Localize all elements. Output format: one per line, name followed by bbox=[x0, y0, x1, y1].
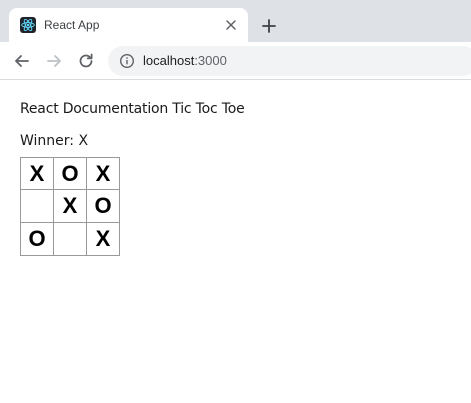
url-host: localhost bbox=[143, 53, 195, 68]
board-row: O X bbox=[20, 222, 120, 256]
game-status: Winner: X bbox=[20, 133, 89, 149]
board-square[interactable]: X bbox=[53, 189, 87, 223]
plus-icon[interactable] bbox=[259, 16, 279, 36]
arrow-right-icon[interactable] bbox=[44, 51, 64, 71]
board-square[interactable]: O bbox=[20, 222, 54, 256]
board-square[interactable]: X bbox=[86, 157, 120, 191]
arrow-left-icon[interactable] bbox=[12, 51, 32, 71]
browser-toolbar: localhost:3000 bbox=[0, 42, 471, 80]
board-square[interactable]: O bbox=[53, 157, 87, 191]
url-text[interactable]: localhost:3000 bbox=[143, 53, 227, 69]
react-logo-icon bbox=[20, 17, 36, 33]
browser-tab[interactable]: React App bbox=[9, 8, 248, 42]
close-icon[interactable] bbox=[223, 17, 239, 33]
board-row: X O bbox=[20, 189, 120, 223]
url-port: :3000 bbox=[194, 53, 227, 68]
page-title: React Documentation Tic Toc Toe bbox=[20, 101, 245, 117]
board-square[interactable] bbox=[20, 189, 54, 223]
info-icon[interactable] bbox=[119, 53, 135, 69]
tab-title: React App bbox=[44, 18, 100, 32]
board-row: X O X bbox=[20, 157, 120, 191]
address-bar[interactable]: localhost:3000 bbox=[108, 46, 471, 76]
reload-icon[interactable] bbox=[76, 51, 96, 71]
board-square[interactable]: X bbox=[86, 222, 120, 256]
game-board: X O X X O O X bbox=[20, 157, 120, 257]
board-square[interactable]: X bbox=[20, 157, 54, 191]
board-square[interactable] bbox=[53, 222, 87, 256]
page-content: React Documentation Tic Toc Toe Winner: … bbox=[0, 81, 471, 403]
board-square[interactable]: O bbox=[86, 189, 120, 223]
tab-strip: React App bbox=[0, 0, 471, 42]
